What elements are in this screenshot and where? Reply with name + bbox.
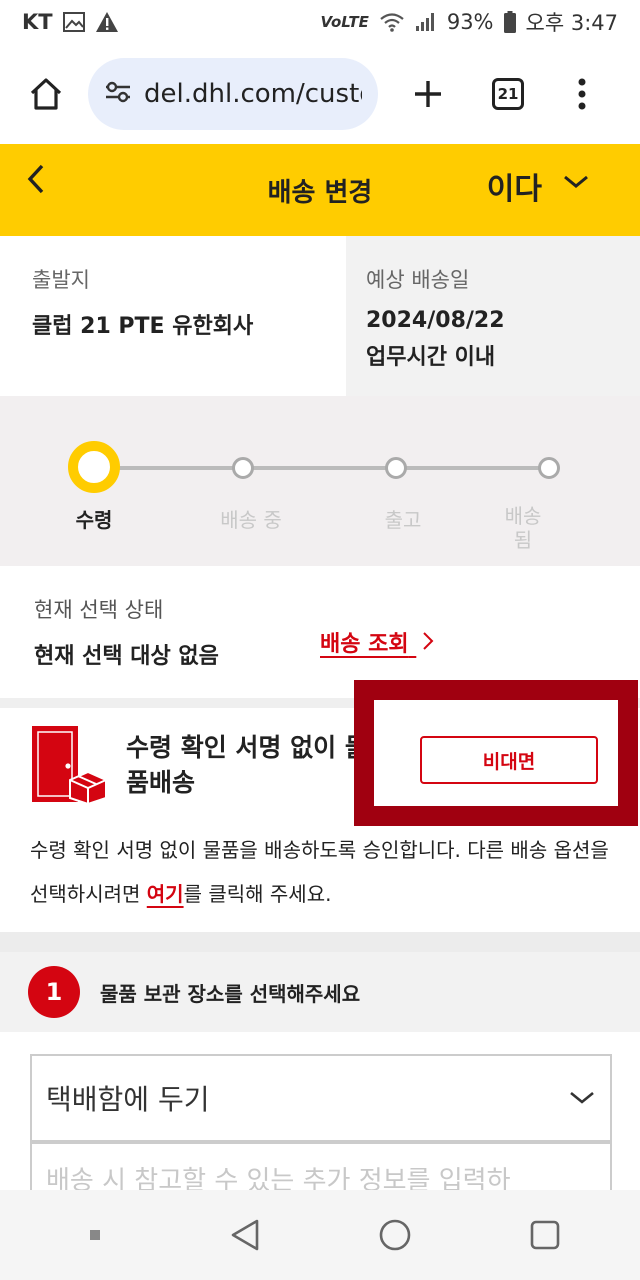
step-label-delivered: 배송 됨	[504, 504, 542, 552]
nav-dot-button[interactable]	[65, 1205, 125, 1265]
option-title: 수령 확인 서명 없이 물품배송	[126, 733, 368, 797]
eta-panel: 예상 배송일 2024/08/22 업무시간 이내	[346, 236, 640, 396]
browser-toolbar: del.dhl.com/custo 21	[0, 44, 640, 144]
more-vert-icon	[578, 78, 586, 110]
url-text: del.dhl.com/custo	[144, 79, 362, 109]
step-1-header: 1 물품 보관 장소를 선택해주세요	[0, 952, 640, 1032]
door-package-icon	[30, 722, 110, 808]
gallery-icon	[62, 12, 85, 32]
nav-recents-button[interactable]	[515, 1205, 575, 1265]
shipment-info: 출발지 클럽 21 PTE 유한회사 예상 배송일 2024/08/22 업무시…	[0, 236, 640, 396]
eta-label: 예상 배송일	[366, 268, 470, 292]
volte-label: VoLTE	[320, 13, 369, 31]
nav-back-button[interactable]	[215, 1205, 275, 1265]
chevron-right-icon	[423, 632, 434, 650]
delivery-option-card: 수령 확인 서명 없이 물품배송 비대면 수령 확인 서명 없이 물품을 배송하…	[0, 680, 640, 932]
home-icon	[30, 78, 62, 110]
page-header: 배송 변경 이다	[0, 144, 640, 236]
track-shipment-link[interactable]: 배송 조회	[320, 626, 434, 658]
step-label-released: 출고	[384, 508, 422, 532]
step-dot-delivered	[538, 457, 560, 479]
step-label-in-transit: 배송 중	[220, 508, 282, 532]
step-1-title: 물품 보관 장소를 선택해주세요	[100, 981, 361, 1006]
site-settings-icon[interactable]	[104, 80, 132, 108]
status-bar: KT VoLTE 93% 오후 3:47	[0, 0, 640, 44]
home-circle-icon	[379, 1219, 411, 1251]
battery-icon	[503, 11, 516, 33]
carrier-label: KT	[22, 10, 53, 34]
recents-square-icon	[530, 1220, 560, 1250]
origin-value: 클럽 21 PTE 유한회사	[32, 314, 254, 339]
nav-home-button[interactable]	[365, 1205, 425, 1265]
other-options-link[interactable]: 여기	[147, 882, 184, 906]
language-label: 이다	[486, 172, 542, 207]
home-button[interactable]	[18, 66, 74, 122]
origin-panel: 출발지 클럽 21 PTE 유한회사	[0, 236, 346, 396]
contactless-button[interactable]: 비대면	[420, 736, 598, 784]
origin-label: 출발지	[32, 268, 90, 292]
current-selection-label: 현재 선택 상태	[34, 598, 164, 622]
storage-form: 택배함에 두기 배송 시 참고할 수 있는 추가 정보를 입력하	[0, 1032, 640, 1190]
address-bar[interactable]: del.dhl.com/custo	[88, 58, 378, 130]
track-shipment-label: 배송 조회	[320, 632, 409, 657]
progress-track	[94, 466, 550, 470]
option-description: 수령 확인 서명 없이 물품을 배송하도록 승인합니다. 다른 배송 옵션을 선…	[30, 828, 620, 916]
step-label-received: 수령	[75, 508, 113, 532]
step-number-badge: 1	[28, 966, 80, 1018]
eta-date: 2024/08/22	[366, 308, 505, 333]
eta-time: 업무시간 이내	[366, 345, 496, 370]
additional-info-textarea[interactable]: 배송 시 참고할 수 있는 추가 정보를 입력하	[30, 1142, 612, 1190]
section-divider-2	[0, 932, 640, 952]
chevron-down-icon	[570, 1091, 594, 1104]
signal-icon	[415, 12, 437, 32]
chevron-down-icon[interactable]	[562, 174, 590, 194]
tab-count: 21	[492, 78, 524, 110]
option-description-tail: 를 클릭해 주세요.	[183, 882, 332, 906]
step-dot-in-transit	[232, 457, 254, 479]
wifi-icon	[379, 12, 405, 32]
current-selection: 현재 선택 상태 현재 선택 대상 없음 배송 조회	[0, 566, 640, 698]
storage-location-select[interactable]: 택배함에 두기	[30, 1054, 612, 1142]
delivery-progress: 수령 배송 중 출고 배송 됨	[0, 396, 640, 566]
square-dot-icon	[90, 1230, 100, 1240]
battery-percent: 93%	[446, 10, 494, 34]
plus-icon	[415, 81, 441, 107]
tab-switcher-button[interactable]: 21	[480, 66, 536, 122]
step-dot-released	[385, 457, 407, 479]
step-dot-received	[68, 441, 120, 493]
warning-icon	[95, 11, 119, 33]
system-nav-bar	[0, 1190, 640, 1280]
new-tab-button[interactable]	[400, 66, 456, 122]
back-triangle-icon	[231, 1219, 259, 1251]
browser-menu-button[interactable]	[554, 66, 610, 122]
storage-location-value: 택배함에 두기	[46, 1083, 210, 1116]
clock: 오후 3:47	[525, 11, 618, 35]
